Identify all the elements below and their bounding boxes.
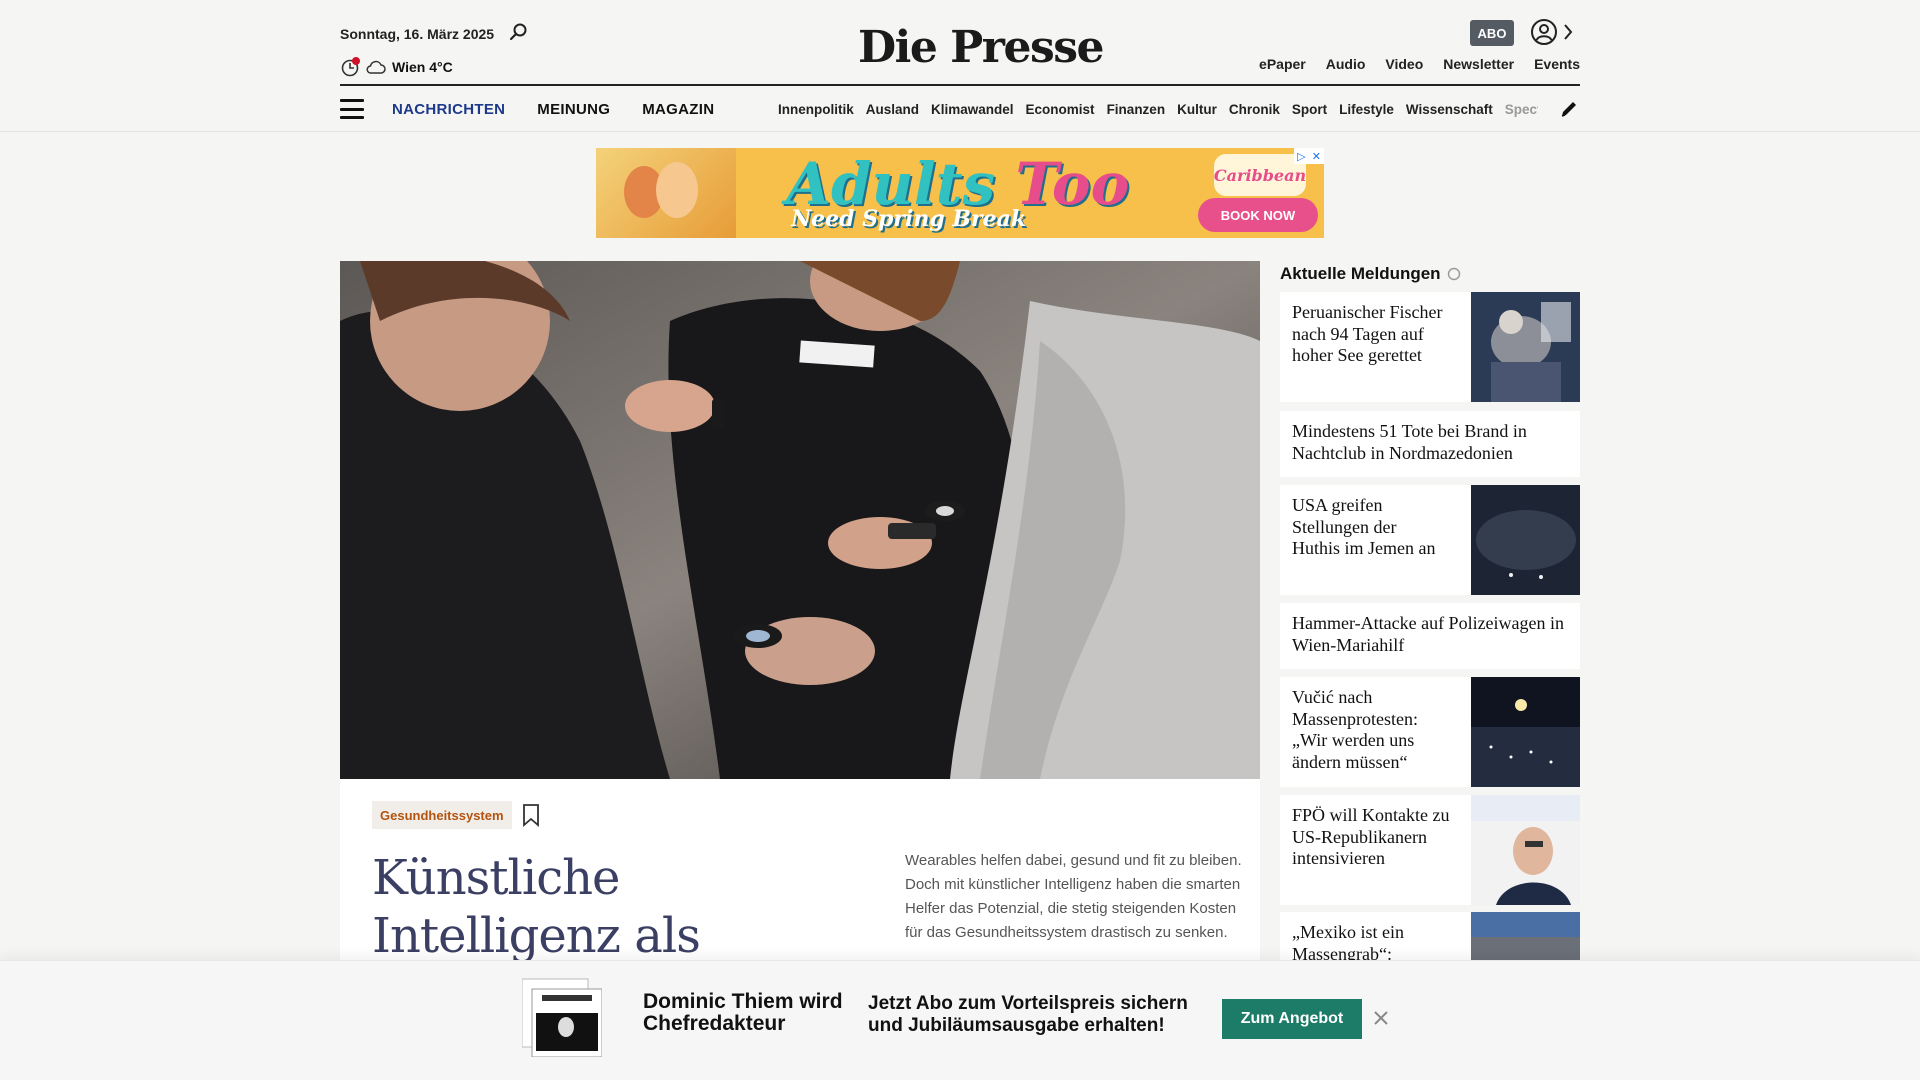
search-icon[interactable]	[508, 22, 528, 42]
nav-lifestyle[interactable]: Lifestyle	[1339, 102, 1394, 117]
news-item[interactable]: Hammer-Attacke auf Polizeiwagen in Wien-…	[1280, 603, 1580, 669]
user-account-icon[interactable]	[1530, 18, 1558, 46]
nav-kultur[interactable]: Kultur	[1177, 102, 1217, 117]
nav-wissenschaft[interactable]: Wissenschaft	[1406, 102, 1493, 117]
hero-photo	[340, 261, 1260, 779]
nav-economist[interactable]: Economist	[1026, 102, 1095, 117]
news-thumbnail	[1471, 485, 1580, 595]
article-category[interactable]: Gesundheitssystem	[372, 801, 512, 829]
nav-nachrichten[interactable]: NACHRICHTEN	[392, 101, 505, 118]
main-nav-links: NACHRICHTEN MEINUNG MAGAZIN	[392, 101, 714, 118]
subscription-banner: Dominic Thiem wird Chefredakteur Jetzt A…	[0, 960, 1920, 1080]
latest-news-sidebar: Aktuelle Meldungen Peruanischer Fischer …	[1280, 261, 1580, 972]
advertisement-banner[interactable]: Adults Too Need Spring Break Caribbean B…	[596, 148, 1324, 238]
nav-ausland[interactable]: Ausland	[866, 102, 919, 117]
section-nav: Innenpolitik Ausland Klimawandel Economi…	[778, 86, 1538, 132]
news-item-title: Hammer-Attacke auf Polizeiwagen in Wien-…	[1292, 613, 1565, 655]
newspaper-icon	[522, 978, 602, 1057]
ad-brand-logo: Caribbean	[1214, 154, 1306, 196]
offer-button[interactable]: Zum Angebot	[1222, 999, 1362, 1039]
sidebar-heading: Aktuelle Meldungen	[1280, 261, 1580, 287]
site-logo[interactable]: Die Presse	[858, 22, 1104, 73]
chevron-right-icon[interactable]	[1562, 22, 1574, 42]
news-item-title: Mindestens 51 Tote bei Brand in Nachtclu…	[1292, 421, 1527, 463]
news-thumbnail	[1471, 795, 1580, 905]
page: Sonntag, 16. März 2025 Wien 4°C Die Pres…	[0, 0, 1920, 1080]
ad-person-2	[656, 162, 698, 218]
nav-sport[interactable]: Sport	[1292, 102, 1327, 117]
current-date: Sonntag, 16. März 2025	[340, 26, 495, 42]
nav-spectrum[interactable]: Spectrum	[1505, 102, 1538, 117]
news-item[interactable]: Mindestens 51 Tote bei Brand in Nachtclu…	[1280, 411, 1580, 477]
cloud-icon	[366, 60, 386, 74]
news-thumbnail	[1471, 292, 1580, 402]
ad-book-now-button[interactable]: BOOK NOW	[1198, 198, 1318, 232]
weather-widget[interactable]: Wien 4°C	[340, 56, 453, 78]
ad-choices-icon[interactable]: ▷	[1297, 150, 1305, 163]
article-teaser: Wearables helfen dabei, gesund und fit z…	[905, 852, 1242, 941]
pencil-icon[interactable]	[1558, 98, 1580, 120]
hero-image[interactable]	[340, 261, 1260, 779]
ad-choices-close[interactable]: ▷ ✕	[1294, 148, 1324, 164]
live-indicator-icon	[1447, 267, 1460, 281]
news-item[interactable]: Vučić nach Massenprotesten: „Wir werden …	[1280, 677, 1580, 787]
site-header: Sonntag, 16. März 2025 Wien 4°C Die Pres…	[0, 0, 1920, 132]
nav-chronik[interactable]: Chronik	[1229, 102, 1280, 117]
link-epaper[interactable]: ePaper	[1259, 56, 1306, 72]
news-item-title: Vučić nach Massenprotesten: „Wir werden …	[1292, 687, 1418, 772]
nav-magazin[interactable]: MAGAZIN	[642, 101, 714, 118]
news-thumbnail	[1471, 677, 1580, 787]
menu-hamburger-icon[interactable]	[340, 99, 364, 119]
top-links: ePaper Audio Video Newsletter Events	[1259, 56, 1580, 72]
weather-label: Wien 4°C	[392, 59, 453, 75]
main-navigation: NACHRICHTEN MEINUNG MAGAZIN Innenpolitik…	[340, 86, 1580, 132]
sidebar-heading-text: Aktuelle Meldungen	[1280, 264, 1441, 283]
banner-offer-text: Jetzt Abo zum Vorteilspreis sichern und …	[868, 993, 1188, 1036]
nav-finanzen[interactable]: Finanzen	[1107, 102, 1166, 117]
news-item-title: FPÖ will Kontakte zu US-Republikanern in…	[1292, 805, 1450, 868]
ad-subline: Need Spring Break	[791, 206, 1027, 232]
news-item-title: „Mexiko ist ein Massengrab“:	[1292, 922, 1404, 964]
news-item[interactable]: USA greifen Stellungen der Huthis im Jem…	[1280, 485, 1580, 595]
link-audio[interactable]: Audio	[1326, 56, 1366, 72]
nav-klimawandel[interactable]: Klimawandel	[931, 102, 1014, 117]
abo-button[interactable]: ABO	[1470, 20, 1514, 46]
news-item-title: USA greifen Stellungen der Huthis im Jem…	[1292, 495, 1436, 558]
clock-icon	[341, 57, 360, 77]
nav-meinung[interactable]: MEINUNG	[537, 101, 610, 118]
news-item-title: Peruanischer Fischer nach 94 Tagen auf h…	[1292, 302, 1443, 365]
ad-close-icon[interactable]: ✕	[1312, 150, 1321, 163]
close-icon[interactable]	[1372, 1009, 1390, 1027]
bookmark-icon[interactable]	[522, 803, 540, 827]
link-video[interactable]: Video	[1385, 56, 1423, 72]
header-inner: Sonntag, 16. März 2025 Wien 4°C Die Pres…	[340, 0, 1580, 132]
news-item[interactable]: FPÖ will Kontakte zu US-Republikanern in…	[1280, 795, 1580, 905]
link-events[interactable]: Events	[1534, 56, 1580, 72]
news-item[interactable]: Peruanischer Fischer nach 94 Tagen auf h…	[1280, 292, 1580, 402]
nav-innenpolitik[interactable]: Innenpolitik	[778, 102, 854, 117]
link-newsletter[interactable]: Newsletter	[1443, 56, 1514, 72]
ad-illustration	[596, 148, 736, 238]
banner-headline: Dominic Thiem wird Chefredakteur	[643, 990, 843, 1035]
